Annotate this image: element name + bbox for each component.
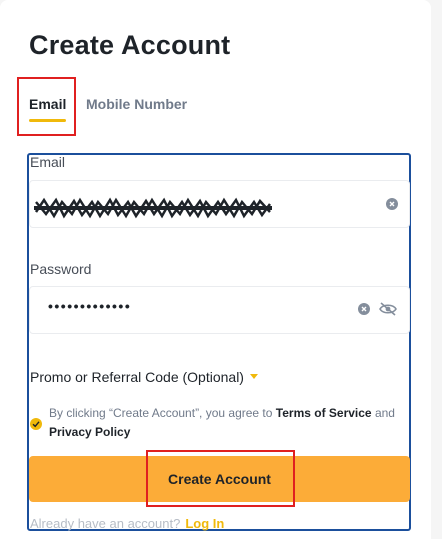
create-button-highlight-box — [146, 450, 295, 507]
email-tab-highlight-box — [17, 77, 76, 136]
promo-code-label: Promo or Referral Code (Optional) — [30, 369, 244, 385]
email-redaction-scribble — [34, 197, 272, 219]
privacy-policy-link[interactable]: Privacy Policy — [49, 425, 130, 439]
password-clear-icon[interactable] — [358, 303, 370, 315]
login-prompt: Already have an account? Log In — [30, 516, 224, 531]
terms-of-service-link[interactable]: Terms of Service — [276, 406, 372, 420]
caret-down-icon — [249, 374, 258, 379]
tab-mobile-label: Mobile Number — [86, 96, 188, 112]
terms-checkbox[interactable] — [30, 418, 42, 430]
terms-agreement-text: By clicking “Create Account”, you agree … — [49, 404, 399, 442]
tab-mobile-number[interactable]: Mobile Number — [86, 96, 187, 112]
signup-card: Create Account Email Mobile Number Email… — [0, 0, 431, 539]
email-clear-icon[interactable] — [386, 198, 398, 210]
login-prompt-text: Already have an account? — [30, 516, 181, 531]
password-label: Password — [30, 261, 92, 277]
password-value: ••••••••••••• — [48, 298, 132, 314]
login-link[interactable]: Log In — [185, 516, 224, 531]
agreement-conjunction: and — [371, 406, 395, 420]
promo-code-toggle[interactable]: Promo or Referral Code (Optional) — [30, 369, 258, 385]
agreement-prefix: By clicking “Create Account”, you agree … — [49, 406, 276, 420]
email-label: Email — [30, 154, 66, 170]
check-circle-icon — [32, 421, 40, 428]
page-title: Create Account — [29, 30, 231, 60]
eye-slash-icon[interactable] — [379, 302, 397, 316]
